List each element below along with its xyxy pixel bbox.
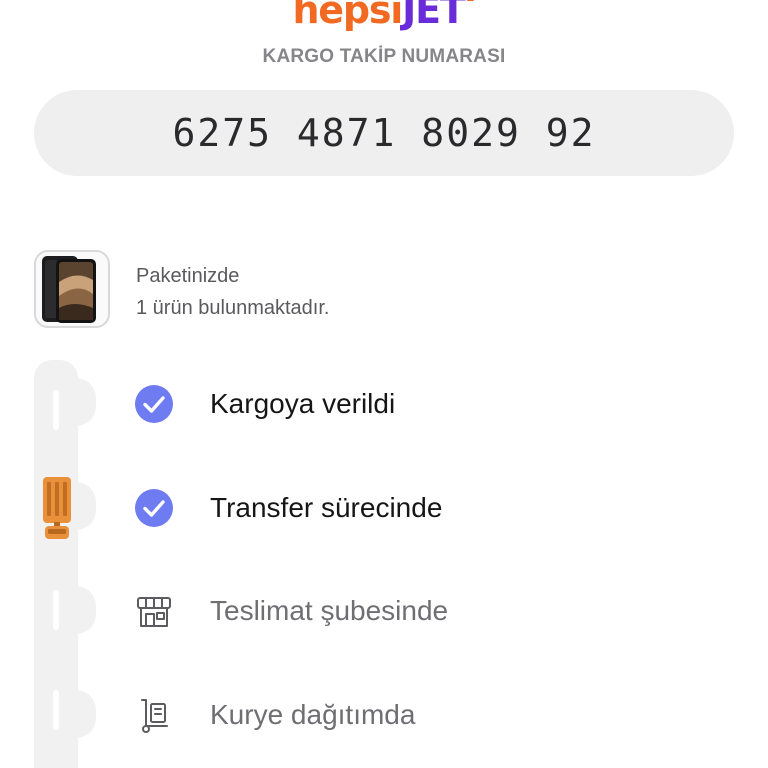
check-circle-icon (134, 488, 174, 528)
step-label: Kargoya verildi (210, 388, 396, 419)
tracking-label: KARGO TAKİP NUMARASI (262, 46, 506, 67)
package-info-line2: 1 ürün bulunmaktadır. (136, 297, 330, 319)
road-dash (53, 390, 59, 430)
hepsijet-logo: hepsiJET (0, 0, 768, 32)
road-bump (70, 482, 96, 530)
courier-icon (134, 695, 174, 735)
step-label: Kurye dağıtımda (210, 699, 416, 730)
road-bump (70, 690, 96, 738)
logo-part-hepsi: hepsi (292, 0, 403, 32)
step-transfer-surecinde: Transfer sürecinde (134, 487, 442, 529)
phone-product-image (42, 256, 96, 323)
step-label: Transfer sürecinde (210, 492, 443, 523)
step-label: Teslimat şubesinde (210, 595, 449, 626)
road-bump (70, 378, 96, 426)
step-teslimat-subesinde: Teslimat şubesinde (134, 590, 448, 632)
check-circle-icon (134, 384, 174, 424)
step-kargoya-verildi: Kargoya verildi (134, 383, 395, 425)
logo-part-jet: JET (402, 0, 466, 32)
package-info: Paketinizde 1 ürün bulunmaktadır. (136, 260, 329, 324)
package-info-line1: Paketinizde (136, 265, 240, 287)
road-dash (53, 690, 59, 730)
truck-icon (43, 477, 71, 539)
product-thumbnail[interactable] (34, 250, 110, 328)
logo-accent (466, 0, 478, 1)
tracking-number: 6275 4871 8029 92 (172, 111, 596, 155)
store-icon (134, 591, 174, 631)
step-kurye-dagitimda: Kurye dağıtımda (134, 694, 415, 736)
road-dash (53, 590, 59, 630)
tracking-number-field[interactable]: 6275 4871 8029 92 (34, 90, 734, 176)
road-bump (70, 586, 96, 634)
